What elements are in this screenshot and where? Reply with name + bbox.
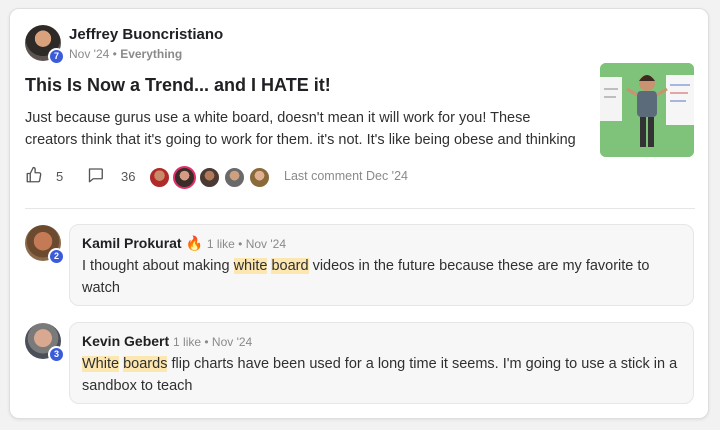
thumbs-up-icon[interactable] [25,166,43,189]
comment-meta: 1 like • Nov '24 [206,237,287,251]
comment[interactable]: Kevin Gebert 1 like • Nov '24 White boar… [69,322,694,404]
post-title[interactable]: This Is Now a Trend... and I HATE it! [25,75,331,96]
comment-text-part: I thought about making [82,258,234,274]
post-stats: 5 36 Last comment Dec '24 [25,166,465,189]
comment-header: Kevin Gebert 1 like • Nov '24 [82,333,252,349]
post-body[interactable]: Just because gurus use a white board, do… [25,107,595,151]
comment-meta: 1 like • Nov '24 [173,335,253,349]
thumbnail-image [600,63,694,157]
comment-bubble-icon[interactable] [86,166,105,189]
post-body-line: creators think that it's going to work f… [25,132,576,148]
meta-separator: • [109,47,121,61]
avatar [223,166,246,189]
last-comment-date: Last comment Dec '24 [284,169,408,183]
post-category[interactable]: Everything [120,47,182,61]
fire-emoji-icon: 🔥 [185,235,203,251]
post-date: Nov '24 [69,47,110,61]
comment-header: Kamil Prokurat 🔥 1 like • Nov '24 [82,235,286,252]
comment-author-name[interactable]: Kevin Gebert [82,333,169,349]
search-highlight: boards [123,356,168,372]
level-badge: 2 [48,248,65,265]
post-card[interactable]: 7 Jeffrey Buoncristiano Nov '24 • Everyt… [9,8,709,419]
comment-author-avatar[interactable]: 2 [25,225,65,265]
post-thumbnail[interactable] [600,63,694,157]
avatar [173,166,196,189]
avatar [248,166,271,189]
comment-author-avatar[interactable]: 3 [25,323,65,363]
comment-author-name[interactable]: Kamil Prokurat [82,235,182,251]
comment-text: I thought about making white board video… [82,255,682,299]
post-author-avatar[interactable]: 7 [25,25,65,65]
comment-count: 36 [121,169,136,184]
search-highlight: White [82,356,120,372]
post-meta: Nov '24 • Everything [69,47,182,61]
avatar [198,166,221,189]
comment-text: White boards flip charts have been used … [82,353,682,397]
post-author-name[interactable]: Jeffrey Buoncristiano [69,26,223,43]
search-highlight: white [233,258,268,274]
search-highlight: board [271,258,309,274]
level-badge: 7 [48,48,65,65]
avatar [148,166,171,189]
level-badge: 3 [48,346,65,363]
post-body-line: Just because gurus use a white board, do… [25,110,531,126]
divider [25,208,695,209]
comment[interactable]: Kamil Prokurat 🔥 1 like • Nov '24 I thou… [69,224,694,306]
comment-text-part: flip charts have been used for a long ti… [82,356,678,394]
like-count: 5 [56,169,64,184]
